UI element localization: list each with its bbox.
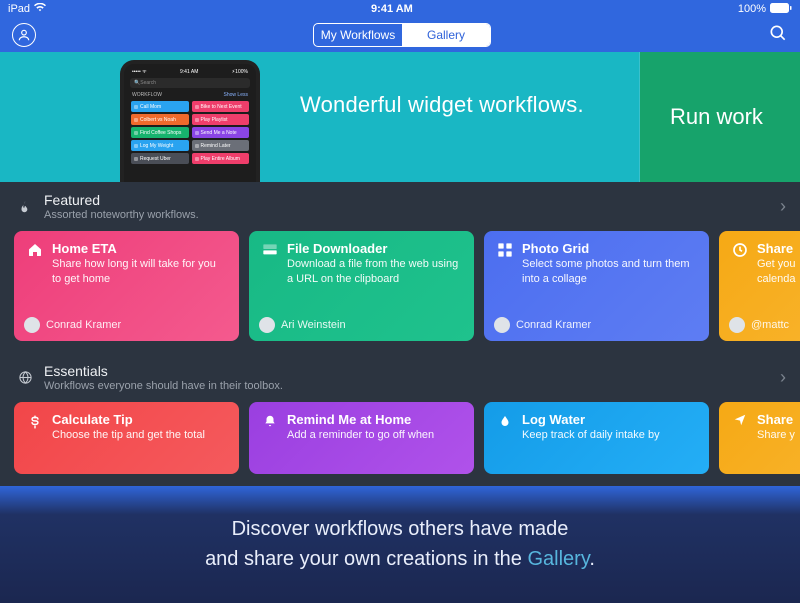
card-log-water[interactable]: Log WaterKeep track of daily intake by (484, 402, 709, 474)
section-title: Essentials (44, 363, 780, 379)
promo-overlay: Discover workflows others have made and … (0, 485, 800, 603)
globe-icon (14, 370, 36, 385)
avatar (24, 317, 40, 333)
tab-switcher: My Workflows Gallery (313, 23, 491, 47)
section-subtitle: Workflows everyone should have in their … (44, 380, 780, 392)
card-photo-grid[interactable]: Photo GridSelect some photos and turn th… (484, 231, 709, 341)
hero-phone-preview: ••••• ᯤ9:41 AM⚡︎100% 🔍 Search WORKFLOWSh… (120, 60, 260, 182)
card-home-eta[interactable]: Home ETAShare how long it will take for … (14, 231, 239, 341)
avatar (729, 317, 745, 333)
card-calculate-tip[interactable]: Calculate TipChoose the tip and get the … (14, 402, 239, 474)
tab-my-workflows[interactable]: My Workflows (314, 24, 402, 46)
featured-card-row: Home ETAShare how long it will take for … (0, 227, 800, 353)
status-time: 9:41 AM (46, 3, 738, 15)
author-label: Ari Weinstein (281, 319, 346, 331)
promo-line2: and share your own creations in the Gall… (205, 544, 595, 574)
battery-percent: 100% (738, 3, 766, 15)
author-label: Conrad Kramer (516, 319, 591, 331)
card-share[interactable]: ShareShare y (719, 402, 800, 474)
bell-icon (261, 412, 279, 443)
status-bar: iPad 9:41 AM 100% (0, 0, 800, 18)
hero-banner[interactable]: ••••• ᯤ9:41 AM⚡︎100% 🔍 Search WORKFLOWSh… (0, 52, 800, 182)
download-icon (261, 241, 279, 287)
nav-bar: My Workflows Gallery (0, 18, 800, 52)
promo-line1: Discover workflows others have made (232, 514, 569, 544)
clock-icon (731, 241, 749, 287)
section-header-featured[interactable]: Featured Assorted noteworthy workflows. … (0, 182, 800, 227)
profile-button[interactable] (12, 23, 36, 47)
dollar-icon (26, 412, 44, 443)
avatar (494, 317, 510, 333)
author-label: Conrad Kramer (46, 319, 121, 331)
tab-gallery[interactable]: Gallery (402, 24, 490, 46)
hero-title: Wonderful widget workflows. (300, 92, 584, 118)
phone-search: 🔍 Search (130, 78, 250, 88)
grid-icon (496, 241, 514, 287)
send-icon (731, 412, 749, 443)
section-subtitle: Assorted noteworthy workflows. (44, 209, 780, 221)
device-label: iPad (8, 3, 30, 15)
hero-next-banner[interactable]: Run work (640, 52, 800, 182)
card-share-availability[interactable]: ShareGet you calenda @mattc (719, 231, 800, 341)
author-label: @mattc (751, 319, 789, 331)
chevron-right-icon: › (780, 196, 786, 217)
avatar (259, 317, 275, 333)
section-title: Featured (44, 192, 780, 208)
essentials-card-row: Calculate TipChoose the tip and get the … (0, 398, 800, 486)
drop-icon (496, 412, 514, 443)
battery-icon (770, 3, 792, 16)
card-file-downloader[interactable]: File DownloaderDownload a file from the … (249, 231, 474, 341)
search-button[interactable] (768, 23, 788, 48)
wifi-icon (34, 3, 46, 15)
section-header-essentials[interactable]: Essentials Workflows everyone should hav… (0, 353, 800, 398)
flame-icon (14, 199, 36, 215)
home-icon (26, 241, 44, 287)
card-remind-me-home[interactable]: Remind Me at HomeAdd a reminder to go of… (249, 402, 474, 474)
chevron-right-icon: › (780, 367, 786, 388)
